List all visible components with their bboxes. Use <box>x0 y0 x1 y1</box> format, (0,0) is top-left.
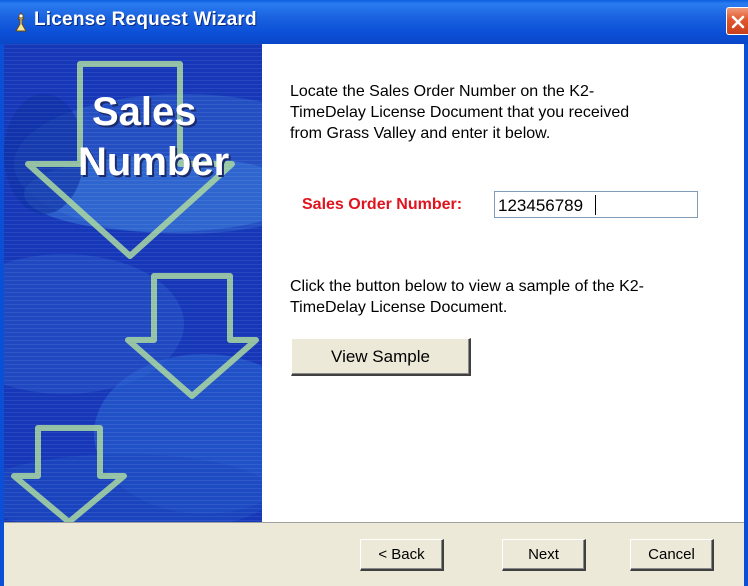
instructions-line: TimeDelay License Document that you rece… <box>290 104 630 121</box>
text-cursor <box>595 195 596 215</box>
window-frame-right <box>744 44 748 586</box>
sample-text: Click the button below to view a sample … <box>290 276 644 318</box>
sample-text-line: Click the button below to view a sample … <box>290 278 644 295</box>
wizard-banner-image: Sales Number <box>4 44 262 522</box>
banner-title-line2: Number <box>78 140 230 184</box>
instructions-line: from Grass Valley and enter it below. <box>290 125 551 142</box>
wizard-footer: < Back Next Cancel <box>4 522 744 586</box>
instructions-text: Locate the Sales Order Number on the K2-… <box>290 81 629 144</box>
instructions-line: Locate the Sales Order Number on the K2- <box>290 83 595 100</box>
close-button[interactable] <box>726 7 748 35</box>
next-button[interactable]: Next <box>502 539 586 571</box>
wizard-content-panel: Locate the Sales Order Number on the K2-… <box>262 44 744 522</box>
window-title: License Request Wizard <box>34 9 257 30</box>
cancel-button[interactable]: Cancel <box>630 539 714 571</box>
license-request-wizard-window: License Request Wizard Sales Number Loca… <box>0 0 748 586</box>
sales-order-number-input[interactable] <box>494 191 698 218</box>
view-sample-button[interactable]: View Sample <box>291 338 471 376</box>
wizard-app-icon <box>12 11 30 32</box>
title-bar[interactable]: License Request Wizard <box>0 0 748 45</box>
back-button[interactable]: < Back <box>360 539 444 571</box>
sample-text-line: TimeDelay License Document. <box>290 299 508 316</box>
sales-order-number-label: Sales Order Number: <box>302 196 463 213</box>
banner-title-line1: Sales <box>92 90 197 134</box>
close-icon <box>731 15 745 29</box>
